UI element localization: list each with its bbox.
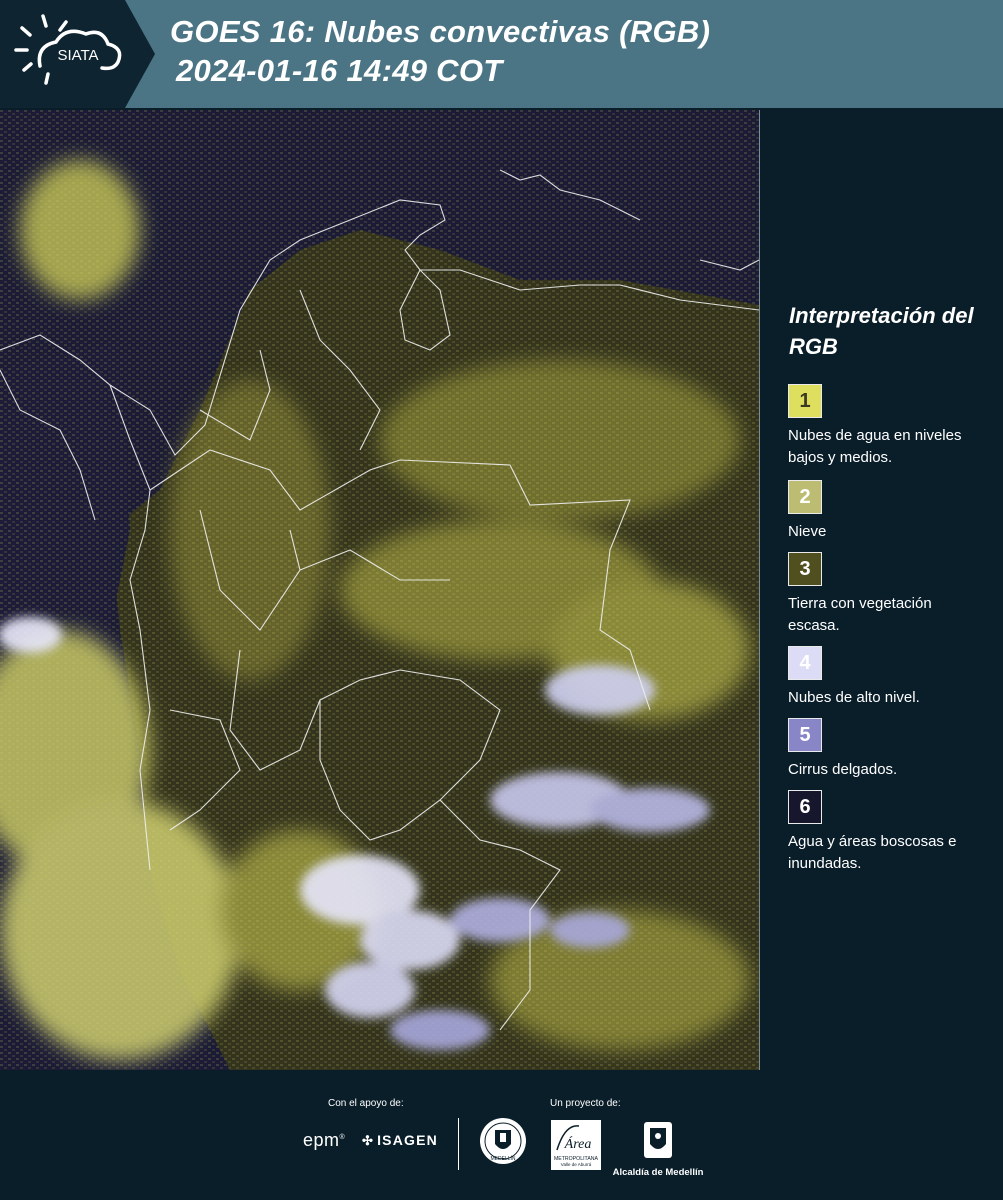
legend-swatch-3: 3	[788, 552, 822, 586]
legend-label-4: Nubes de alto nivel.	[788, 689, 920, 706]
epm-logo: epm®	[303, 1130, 346, 1150]
legend-swatch-5: 5	[788, 718, 822, 752]
legend-swatch-2: 2	[788, 480, 822, 514]
legend-panel: Interpretación del RGB 1 Nubes de agua e…	[775, 300, 995, 872]
legend-item-5: 5 Cirrus delgados.	[788, 718, 978, 781]
legend-label-1: Nubes de agua en niveles bajos y medios.	[788, 427, 962, 466]
satellite-map	[0, 110, 760, 1070]
legend-title: Interpretación del RGB	[789, 303, 974, 359]
medellin-seal-icon: MEDELLÍN	[480, 1118, 526, 1164]
isagen-logo: ✣ ISAGEN	[362, 1132, 438, 1148]
legend-item-6: 6 Agua y áreas boscosas e inundadas.	[788, 790, 978, 875]
isagen-mark-icon: ✣	[362, 1133, 375, 1148]
legend-label-6: Agua y áreas boscosas e inundadas.	[788, 833, 957, 872]
area-metropolitana-logo: Área METROPOLITANA Valle de Aburrá	[551, 1120, 601, 1170]
legend-label-2: Nieve	[788, 523, 827, 540]
alcaldia-label: Alcaldía de Medellín	[612, 1167, 704, 1178]
header-bar: SIATA GOES 16: Nubes convectivas (RGB) 2…	[0, 0, 1003, 108]
siata-logo: SIATA	[0, 0, 155, 108]
svg-text:Valle de Aburrá: Valle de Aburrá	[561, 1162, 592, 1167]
legend-swatch-1: 1	[788, 384, 822, 418]
legend-item-1: 1 Nubes de agua en niveles bajos y medio…	[788, 384, 978, 469]
svg-text:SIATA: SIATA	[57, 47, 98, 64]
legend-item-4: 4 Nubes de alto nivel.	[788, 646, 978, 709]
legend-label-5: Cirrus delgados.	[788, 761, 898, 778]
project-caption: Un proyecto de:	[550, 1098, 621, 1109]
timestamp-title: 2024-01-16 14:49 COT	[176, 53, 503, 88]
footer-divider	[458, 1118, 459, 1170]
legend-item-2: 2 Nieve	[788, 480, 978, 543]
alcaldia-crest-icon	[644, 1122, 672, 1158]
support-caption: Con el apoyo de:	[328, 1098, 404, 1109]
page-title: GOES 16: Nubes convectivas (RGB)	[170, 14, 711, 49]
legend-swatch-6: 6	[788, 790, 822, 824]
alcaldia-logo: Alcaldía de Medellín	[612, 1120, 704, 1178]
svg-text:Área: Área	[564, 1135, 592, 1152]
footer: Con el apoyo de: Un proyecto de: epm® ✣ I…	[0, 1070, 1003, 1200]
legend-label-3: Tierra con vegetación escasa.	[788, 595, 932, 634]
legend-swatch-4: 4	[788, 646, 822, 680]
legend-item-3: 3 Tierra con vegetación escasa.	[788, 552, 978, 637]
svg-text:MEDELLÍN: MEDELLÍN	[490, 1155, 515, 1162]
